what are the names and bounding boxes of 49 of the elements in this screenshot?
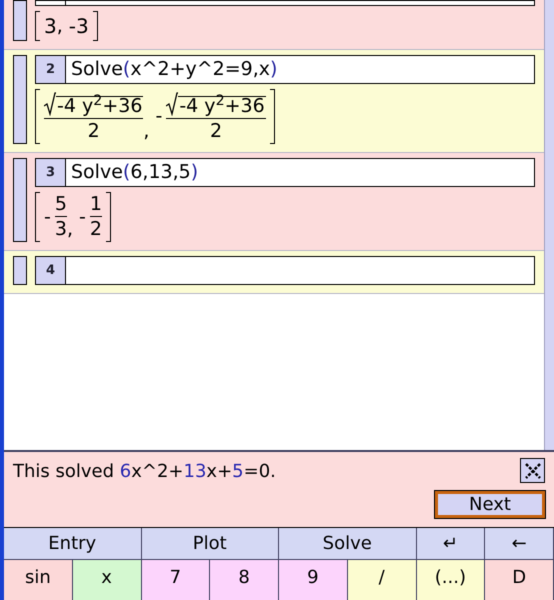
close-icon	[524, 462, 542, 480]
minus-sign: -	[155, 104, 162, 130]
right-bracket	[92, 11, 98, 41]
comma: ,	[66, 220, 73, 239]
left-bracket	[35, 192, 40, 242]
root-sign-icon	[44, 92, 56, 116]
comma: ,	[56, 17, 63, 36]
mode-key[interactable]: ←	[485, 528, 554, 560]
input-expression: Solve(x^2+y^2=9,x)	[70, 57, 278, 82]
input-field[interactable]: 3 Solve(6,13,5)	[35, 158, 535, 187]
input-expression: Solve(6,13,5)	[70, 160, 200, 186]
close-button[interactable]	[520, 458, 545, 483]
result-value: -3	[68, 16, 89, 36]
keypad-key[interactable]: 8	[210, 560, 279, 600]
next-button[interactable]: Next	[435, 491, 545, 518]
cell-number: 4	[36, 257, 66, 284]
minus-sign: -	[44, 204, 51, 230]
cell-handle[interactable]	[13, 0, 27, 41]
root-sign-icon	[166, 92, 178, 116]
keypad-key[interactable]: x	[72, 560, 142, 600]
right-bracket	[106, 192, 111, 242]
result-value: 3	[44, 16, 57, 36]
cell-number: 3	[36, 159, 66, 186]
cell-number: 2	[36, 56, 66, 83]
minus-sign: -	[79, 204, 86, 230]
cell-handle[interactable]	[13, 55, 27, 144]
left-bracket	[35, 11, 40, 41]
fraction: 5 3	[54, 195, 67, 239]
input-field[interactable]	[35, 0, 535, 6]
right-bracket	[270, 89, 275, 144]
mode-key[interactable]: ↵	[416, 528, 486, 560]
input-field[interactable]: 4	[35, 256, 535, 285]
scrollbar[interactable]	[544, 0, 554, 450]
left-bracket	[35, 89, 40, 144]
keypad-key[interactable]: (...)	[416, 560, 486, 600]
comma: ,	[143, 122, 150, 141]
cell-handle[interactable]	[13, 158, 27, 242]
mode-key[interactable]: Plot	[142, 528, 279, 560]
keypad-key[interactable]: /	[348, 560, 416, 600]
keypad-key[interactable]: 9	[279, 560, 348, 600]
mode-key[interactable]: Entry	[4, 528, 142, 560]
fraction: 1 2	[90, 195, 102, 239]
keypad-key[interactable]: 7	[142, 560, 210, 600]
cell-handle[interactable]	[13, 256, 27, 285]
keypad-key[interactable]: sin	[4, 560, 73, 600]
input-field[interactable]: 2 Solve(x^2+y^2=9,x)	[35, 55, 535, 84]
keypad-key[interactable]: D	[485, 560, 554, 600]
hint-text: This solved 6x^2+13x+5=0.	[13, 460, 276, 484]
mode-key[interactable]: Solve	[279, 528, 416, 560]
